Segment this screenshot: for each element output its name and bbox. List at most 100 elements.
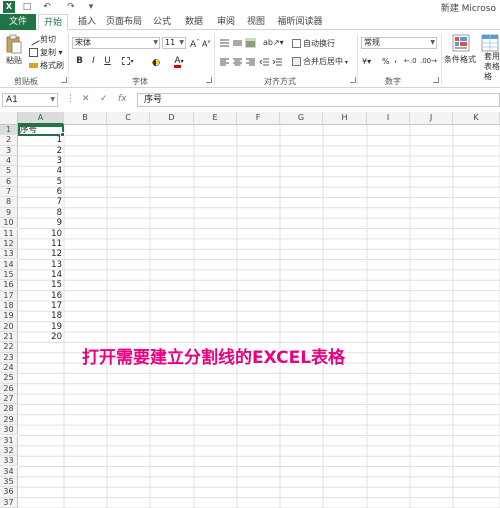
decrease-decimal-icon[interactable]: .00→	[420, 56, 437, 67]
fill-handle[interactable]	[60, 131, 65, 137]
row-header-16[interactable]: 16	[0, 280, 18, 291]
tab-page-layout[interactable]: 页面布局	[104, 14, 144, 30]
row-header-27[interactable]: 27	[0, 394, 18, 405]
row-header-30[interactable]: 30	[0, 425, 18, 436]
decrease-font-icon[interactable]: Av	[202, 37, 210, 50]
column-header-a[interactable]: A	[18, 112, 64, 125]
cell-a14[interactable]: 13	[18, 260, 62, 270]
increase-font-icon[interactable]: A^	[190, 37, 200, 51]
customize-toolbar-icon[interactable]: ▾	[84, 1, 98, 13]
row-header-13[interactable]: 13	[0, 249, 18, 260]
merge-center-button[interactable]: 合并后居中 ▾	[292, 56, 348, 68]
align-bottom-icon[interactable]	[245, 38, 256, 48]
orientation-icon[interactable]: ab↗▾	[263, 37, 284, 48]
row-header-8[interactable]: 8	[0, 197, 18, 208]
italic-button[interactable]: I	[88, 56, 99, 67]
cell-a21[interactable]: 20	[18, 332, 62, 342]
number-launcher-icon[interactable]	[433, 77, 439, 83]
row-header-35[interactable]: 35	[0, 476, 18, 488]
cell-a16[interactable]: 15	[18, 280, 62, 290]
tab-view[interactable]: 视图	[242, 14, 270, 30]
active-cell-selection[interactable]	[18, 124, 65, 137]
font-launcher-icon[interactable]	[206, 77, 212, 83]
row-header-37[interactable]: 37	[0, 497, 18, 508]
cell-a19[interactable]: 18	[18, 311, 62, 321]
row-header-20[interactable]: 20	[0, 321, 18, 332]
enter-icon[interactable]: ✓	[100, 94, 108, 104]
underline-button[interactable]: U	[102, 56, 113, 67]
cell-a6[interactable]: 5	[18, 177, 62, 187]
font-color-icon[interactable]: A▾	[170, 56, 188, 68]
row-header-21[interactable]: 21	[0, 332, 18, 343]
cut-button[interactable]: 剪切	[27, 33, 56, 46]
increase-indent-icon[interactable]	[272, 57, 283, 67]
align-top-icon[interactable]	[219, 38, 230, 48]
row-header-24[interactable]: 24	[0, 363, 18, 374]
tab-formulas[interactable]: 公式	[148, 14, 176, 30]
cancel-icon[interactable]: ✕	[82, 94, 90, 104]
column-header-b[interactable]: B	[64, 112, 107, 125]
format-painter-button[interactable]: 格式刷	[29, 60, 64, 71]
row-header-17[interactable]: 17	[0, 290, 18, 301]
worksheet-grid[interactable]: ABCDEFGHIJK 1 2 3 4 5 6 7 8 9 10 11 12 13 14 15 16 17 18 1…	[0, 112, 500, 508]
comma-button[interactable]: ,	[394, 54, 397, 65]
column-header-h[interactable]: H	[323, 112, 367, 125]
column-header-f[interactable]: F	[237, 112, 280, 125]
cell-a9[interactable]: 8	[18, 208, 62, 218]
tab-review[interactable]: 审阅	[212, 14, 240, 30]
tab-insert[interactable]: 插入	[72, 14, 102, 30]
borders-icon[interactable]: ▾	[119, 56, 137, 67]
row-header-31[interactable]: 31	[0, 435, 18, 446]
copy-button[interactable]: 复制 ▾	[29, 47, 63, 58]
cell-a3[interactable]: 2	[18, 146, 62, 156]
wrap-text-button[interactable]: 自动换行	[292, 38, 335, 49]
row-header-29[interactable]: 29	[0, 414, 18, 426]
cell-a17[interactable]: 16	[18, 291, 62, 301]
row-header-6[interactable]: 6	[0, 176, 18, 188]
cell-a13[interactable]: 12	[18, 249, 62, 259]
column-header-k[interactable]: K	[453, 112, 500, 125]
font-size-select[interactable]: 11 ▼	[162, 37, 186, 49]
row-header-34[interactable]: 34	[0, 466, 18, 477]
row-header-1[interactable]: 1	[0, 125, 18, 136]
cell-a8[interactable]: 7	[18, 197, 62, 207]
currency-icon[interactable]: ¥▾	[362, 56, 371, 67]
row-header-14[interactable]: 14	[0, 259, 18, 270]
column-header-d[interactable]: D	[150, 112, 194, 125]
row-header-7[interactable]: 7	[0, 187, 18, 198]
row-header-12[interactable]: 12	[0, 238, 18, 250]
increase-decimal-icon[interactable]: ←.0	[404, 56, 417, 67]
cell-a18[interactable]: 17	[18, 301, 62, 311]
row-header-3[interactable]: 3	[0, 145, 18, 156]
fill-color-icon[interactable]: ◐	[146, 56, 166, 68]
row-header-5[interactable]: 5	[0, 166, 18, 177]
number-format-select[interactable]: 常规 ▼	[361, 37, 437, 49]
column-header-i[interactable]: I	[367, 112, 410, 125]
row-header-33[interactable]: 33	[0, 456, 18, 467]
undo-icon[interactable]: ↶	[40, 1, 54, 13]
row-header-15[interactable]: 15	[0, 269, 18, 281]
cell-a2[interactable]: 1	[18, 135, 62, 145]
align-right-icon[interactable]	[245, 57, 256, 67]
tab-data[interactable]: 数据	[180, 14, 208, 30]
tab-foxit-reader[interactable]: 福昕阅读器	[274, 14, 326, 30]
cell-a11[interactable]: 10	[18, 229, 62, 239]
conditional-formatting-icon[interactable]	[452, 34, 470, 52]
save-icon[interactable]: □	[20, 1, 34, 13]
insert-function-icon[interactable]: fx	[118, 94, 127, 104]
row-header-25[interactable]: 25	[0, 373, 18, 384]
cell-a15[interactable]: 14	[18, 270, 62, 280]
tab-home[interactable]: 开始	[38, 14, 68, 30]
name-box[interactable]: A1 ▼	[2, 93, 58, 107]
tab-file[interactable]: 文件	[0, 14, 36, 30]
row-header-28[interactable]: 28	[0, 404, 18, 415]
column-header-e[interactable]: E	[194, 112, 237, 125]
row-header-4[interactable]: 4	[0, 156, 18, 167]
format-as-table-button[interactable]: 套用 表格格	[484, 52, 500, 82]
cell-a5[interactable]: 4	[18, 166, 62, 176]
column-header-j[interactable]: J	[410, 112, 453, 125]
bold-button[interactable]: B	[74, 56, 85, 67]
row-header-9[interactable]: 9	[0, 207, 18, 219]
paste-button[interactable]: 粘贴	[6, 55, 22, 66]
row-header-18[interactable]: 18	[0, 300, 18, 312]
